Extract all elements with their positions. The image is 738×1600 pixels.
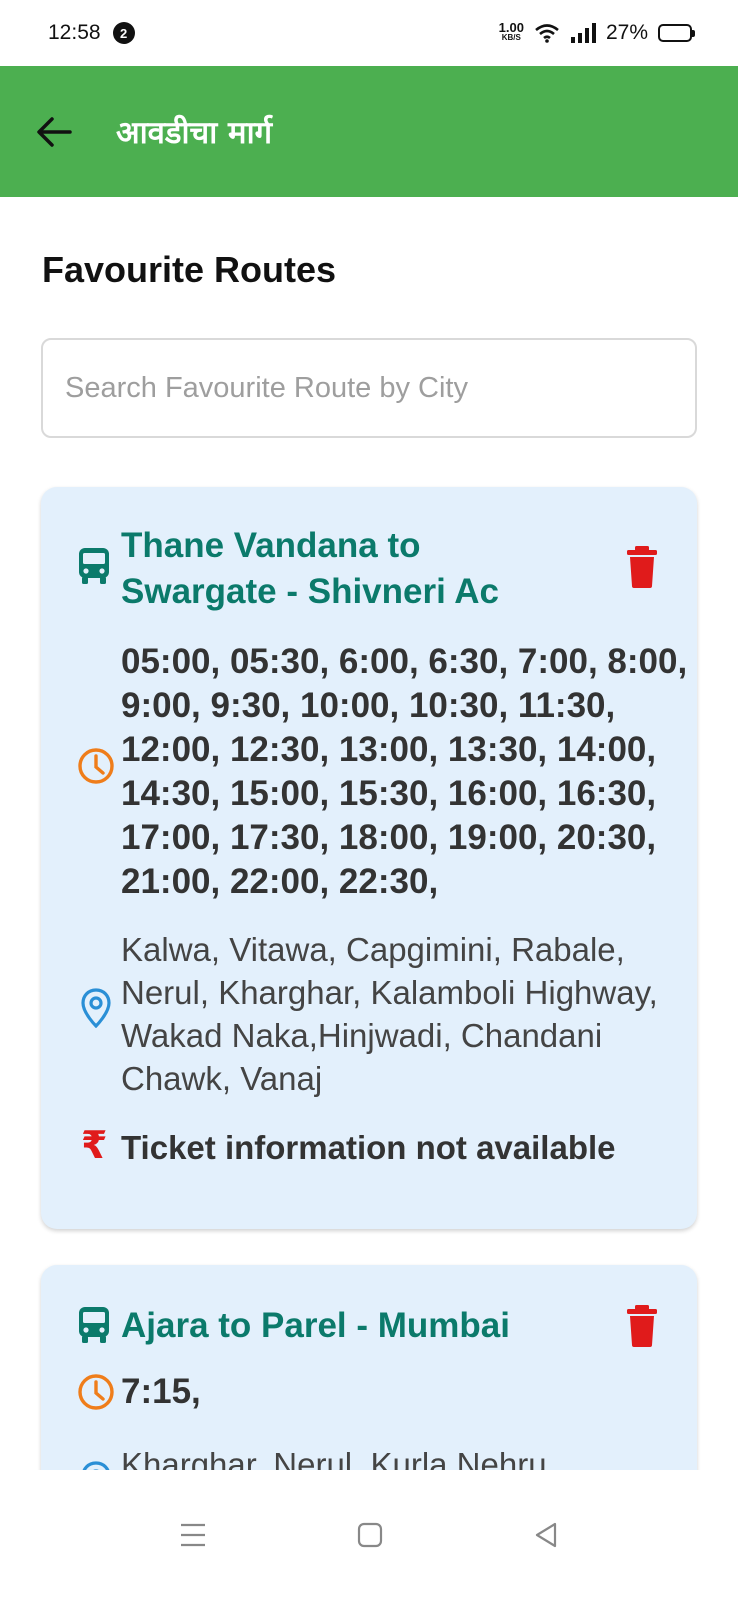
clock-icon [78,748,114,784]
app-bar: आवडीचा मार्ग [0,66,738,197]
back-button[interactable] [34,112,74,152]
battery-icon [658,24,695,42]
status-bar: 12:58 2 1.00 KB/S 27% [0,0,738,66]
route-card[interactable]: Thane Vandana to Swargate - Shivneri Ac … [41,487,697,1229]
route-stops: Kharghar, Nerul, Kurla Nehru [121,1446,547,1470]
status-time: 12:58 [48,21,101,44]
status-right: 1.00 KB/S 27% [498,20,695,45]
trash-icon[interactable] [625,546,659,588]
wifi-icon [535,24,559,43]
back-triangle-icon[interactable] [533,1521,559,1549]
ticket-info: Ticket information not available [121,1129,616,1166]
route-name: Ajara to Parel - Mumbai [121,1306,510,1345]
system-navigation-bar [0,1470,738,1600]
departure-times: 05:00, 05:30, 6:00, 6:30, 7:00, 8:00, 9:… [121,642,688,901]
app-title: आवडीचा मार्ग [116,114,273,151]
location-pin-icon [82,1461,110,1470]
clock-icon [78,1374,114,1410]
network-speed-unit: KB/S [501,33,521,42]
status-left: 12:58 2 [48,21,135,45]
battery-percent: 27% [605,21,648,44]
bus-icon [79,1307,109,1343]
arrow-left-icon [37,116,72,147]
menu-icon[interactable] [179,1522,207,1548]
route-name: Thane Vandana to Swargate - Shivneri Ac [121,526,499,611]
route-card[interactable]: Ajara to Parel - Mumbai 7:15, Kharghar, … [41,1265,697,1470]
signal-icon [570,23,596,43]
page-heading: Favourite Routes [42,249,337,290]
network-speed-value: 1.00 [498,20,524,35]
route-stops: Kalwa, Vitawa, Capgimini, Rabale, Nerul,… [121,931,658,1097]
notification-count-badge: 2 [112,22,135,44]
departure-times: 7:15, [121,1372,201,1411]
favourite-routes-content[interactable]: Favourite Routes Thane Vandana to Swarga… [0,197,738,1470]
search-favourite-route-input[interactable] [41,338,697,438]
home-square-icon[interactable] [357,1522,383,1548]
network-speed: 1.00 KB/S [498,20,524,43]
trash-icon[interactable] [625,1305,659,1347]
rupee-icon: ₹ [81,1125,108,1167]
bus-icon [79,548,109,584]
location-pin-icon [81,988,111,1028]
